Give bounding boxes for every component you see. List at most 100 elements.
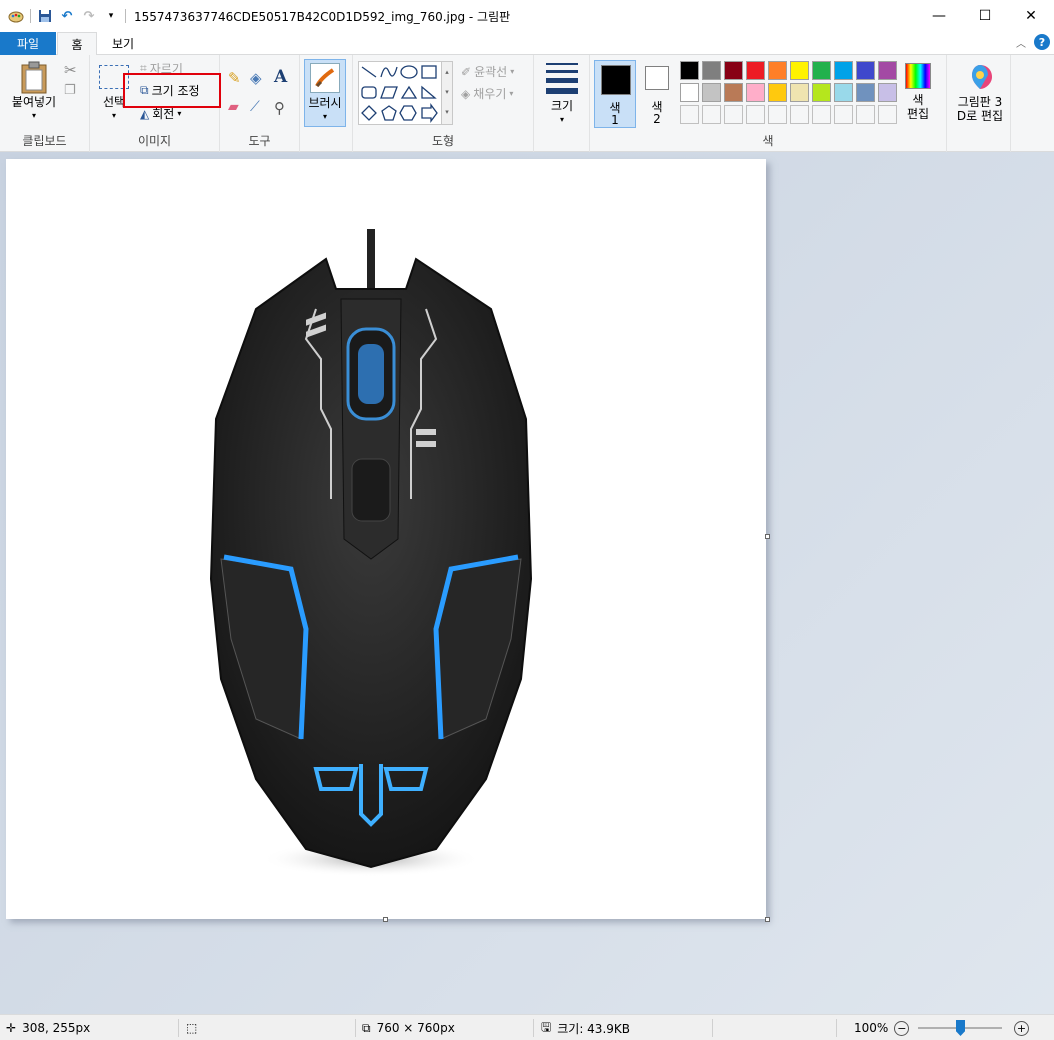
palette-swatch[interactable] [812,61,831,80]
selection-size-icon: ⬚ [186,1021,198,1035]
clipboard-group-label: 클립보드 [22,134,67,148]
palette-swatch[interactable] [702,61,721,80]
paint3d-label-1: 그림판 3 [957,95,1003,109]
clipboard-group: 붙여넣기 ▾ ✂ ❐ 클립보드 [0,55,90,152]
palette-swatch[interactable] [790,61,809,80]
palette-swatch[interactable] [680,61,699,80]
save-icon[interactable] [37,8,53,24]
select-label: 선택 [102,95,126,109]
collapse-ribbon-icon[interactable]: ︿ [1016,35,1026,50]
customize-qat-icon[interactable]: ▾ [103,8,119,24]
status-separator [533,1019,534,1037]
custom-color-slot[interactable] [724,105,743,124]
brush-button[interactable]: 브러시 ▾ [304,59,346,127]
resize-handle-right[interactable] [765,534,770,539]
palette-swatch[interactable] [680,83,699,102]
clipboard-icon [21,61,47,94]
selection-size: ⬚ [186,1015,197,1040]
color1-number: 1 [611,113,619,127]
palette-swatch[interactable] [812,83,831,102]
edit-colors-button[interactable]: 색 편집 [900,63,936,121]
maximize-button[interactable]: ☐ [962,0,1008,32]
custom-color-slot[interactable] [702,105,721,124]
tab-home[interactable]: 홈 [57,32,97,56]
size-button[interactable]: 크기 ▾ [542,63,582,127]
size-dropdown-icon: ▾ [559,115,564,124]
colors-group-label: 색 [762,134,774,148]
color-picker-icon[interactable]: ⟋ [250,99,260,115]
paint3d-label-2: D로 편집 [956,109,1004,123]
size-group: 크기 ▾ [534,55,590,152]
palette-swatch[interactable] [790,83,809,102]
custom-color-slot[interactable] [856,105,875,124]
zoom-in-button[interactable]: + [1014,1020,1029,1036]
fill-button[interactable]: ◈ 채우기 ▾ [461,85,513,102]
zoom-controls: 100% − [854,1015,910,1040]
resize-handle-bottom[interactable] [383,917,388,922]
tab-file[interactable]: 파일 [0,32,56,55]
copy-icon[interactable]: ❐ [64,83,76,98]
window-controls: — ☐ ✕ [916,0,1054,32]
paint-app-icon[interactable] [8,8,24,24]
custom-color-slot[interactable] [878,105,897,124]
palette-swatch[interactable] [768,83,787,102]
palette-swatch[interactable] [768,61,787,80]
text-icon[interactable]: A [274,67,287,87]
tab-view[interactable]: 보기 [100,32,146,55]
image-group-label: 이미지 [137,134,172,148]
status-separator [178,1019,179,1037]
drawing-canvas[interactable] [6,159,766,919]
edit-paint3d-button[interactable]: 그림판 3 D로 편집 [951,63,1009,123]
status-separator [355,1019,356,1037]
pencil-icon[interactable]: ✎ [228,69,241,87]
outline-button[interactable]: ✐ 윤곽선 ▾ [461,63,514,80]
image-size: ⧉ 760 × 760px [362,1015,455,1040]
palette-swatch[interactable] [834,83,853,102]
color-palette [680,61,897,124]
custom-color-slot[interactable] [746,105,765,124]
undo-icon[interactable]: ↶ [59,8,75,24]
palette-swatch[interactable] [878,83,897,102]
file-size: 🖫 크기: 43.9KB [541,1015,630,1040]
workspace [0,152,1054,1014]
shapes-scroll[interactable]: ▴ ▾ ▾ [441,61,453,125]
palette-swatch[interactable] [856,83,875,102]
status-separator [836,1019,837,1037]
fill-bucket-icon[interactable]: ◈ [250,69,262,87]
color2-button[interactable]: 색 2 [640,60,674,128]
eraser-icon[interactable]: ▰ [228,99,239,115]
paste-dropdown-icon: ▾ [31,111,36,120]
custom-color-slot[interactable] [680,105,699,124]
tools-group: ✎ ◈ A ▰ ⟋ ⚲ 도구 [220,55,300,152]
close-button[interactable]: ✕ [1008,0,1054,32]
custom-color-slot[interactable] [768,105,787,124]
resize-highlight-box [123,73,221,108]
magnifier-icon[interactable]: ⚲ [274,99,285,117]
cursor-position-text: 308, 255px [22,1021,91,1035]
palette-swatch[interactable] [834,61,853,80]
shapes-group: ▴ ▾ ▾ ✐ 윤곽선 ▾ ◈ 채우기 ▾ 도형 [353,55,534,152]
resize-handle-corner[interactable] [765,917,770,922]
brush-dropdown-icon: ▾ [322,112,327,121]
cut-icon[interactable]: ✂ [64,61,77,79]
minimize-button[interactable]: — [916,0,962,32]
palette-swatch[interactable] [724,83,743,102]
zoom-out-button[interactable]: − [894,1020,910,1036]
custom-color-slot[interactable] [812,105,831,124]
palette-swatch[interactable] [878,61,897,80]
redo-icon[interactable]: ↷ [81,8,97,24]
palette-swatch[interactable] [702,83,721,102]
color1-button[interactable]: 색 1 [594,60,636,128]
custom-color-slot[interactable] [790,105,809,124]
palette-swatch[interactable] [724,61,743,80]
paste-button[interactable]: 붙여넣기 ▾ [6,61,62,123]
brush-label: 브러시 [308,96,342,110]
palette-swatch[interactable] [856,61,875,80]
zoom-slider-thumb[interactable] [956,1020,965,1036]
help-icon[interactable]: ? [1034,34,1050,50]
palette-swatch[interactable] [746,61,765,80]
palette-swatch[interactable] [746,83,765,102]
custom-color-slot[interactable] [834,105,853,124]
select-dropdown-icon: ▾ [111,111,116,120]
line-size-icon [546,63,578,94]
